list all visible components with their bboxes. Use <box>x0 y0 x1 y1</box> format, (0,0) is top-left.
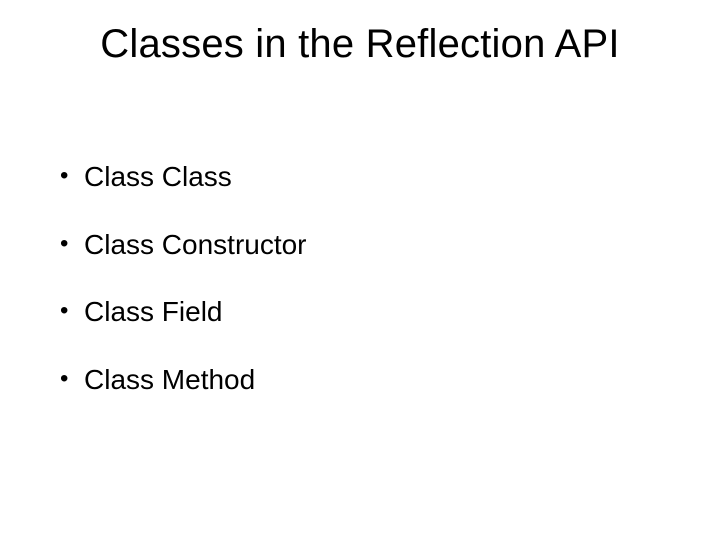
bullet-icon: • <box>60 228 84 260</box>
list-item-label: Class Field <box>84 295 660 329</box>
list-item-label: Class Method <box>84 363 660 397</box>
slide-title: Classes in the Reflection API <box>0 22 720 67</box>
bullet-icon: • <box>60 295 84 327</box>
list-item: • Class Class <box>60 160 660 194</box>
list-item-label: Class Constructor <box>84 228 660 262</box>
list-item: • Class Constructor <box>60 228 660 262</box>
slide: Classes in the Reflection API • Class Cl… <box>0 0 720 540</box>
list-item-label: Class Class <box>84 160 660 194</box>
bullet-icon: • <box>60 160 84 192</box>
bullet-list: • Class Class • Class Constructor • Clas… <box>60 160 660 430</box>
bullet-icon: • <box>60 363 84 395</box>
list-item: • Class Method <box>60 363 660 397</box>
list-item: • Class Field <box>60 295 660 329</box>
